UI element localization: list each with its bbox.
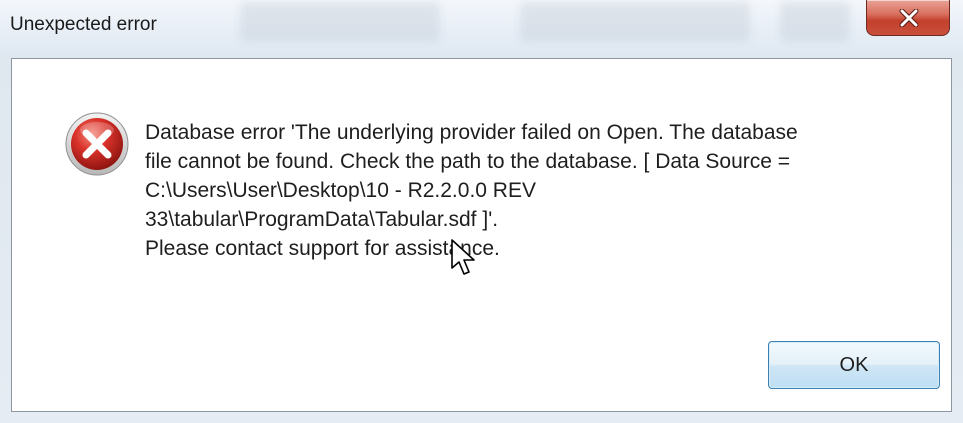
message-line: C:\Users\User\Desktop\10 - R2.2.0.0 REV xyxy=(145,179,536,202)
window-title: Unexpected error xyxy=(10,14,157,35)
message-line: file cannot be found. Check the path to … xyxy=(145,150,791,173)
background-blur xyxy=(240,2,440,42)
close-icon xyxy=(899,9,919,27)
background-blur xyxy=(780,2,850,42)
mouse-cursor-icon xyxy=(451,239,475,275)
title-bar: Unexpected error xyxy=(0,0,963,56)
background-blur xyxy=(520,2,750,42)
message-line: Please contact support for assistance. xyxy=(145,237,500,260)
ok-button[interactable]: OK xyxy=(768,341,940,389)
close-button[interactable] xyxy=(866,0,950,36)
dialog-content: Database error 'The underlying provider … xyxy=(11,58,952,412)
error-icon xyxy=(65,112,129,176)
message-line: Database error 'The underlying provider … xyxy=(145,121,798,144)
message-line: 33\tabular\ProgramData\Tabular.sdf ]'. xyxy=(145,208,499,231)
error-message: Database error 'The underlying provider … xyxy=(145,118,925,263)
